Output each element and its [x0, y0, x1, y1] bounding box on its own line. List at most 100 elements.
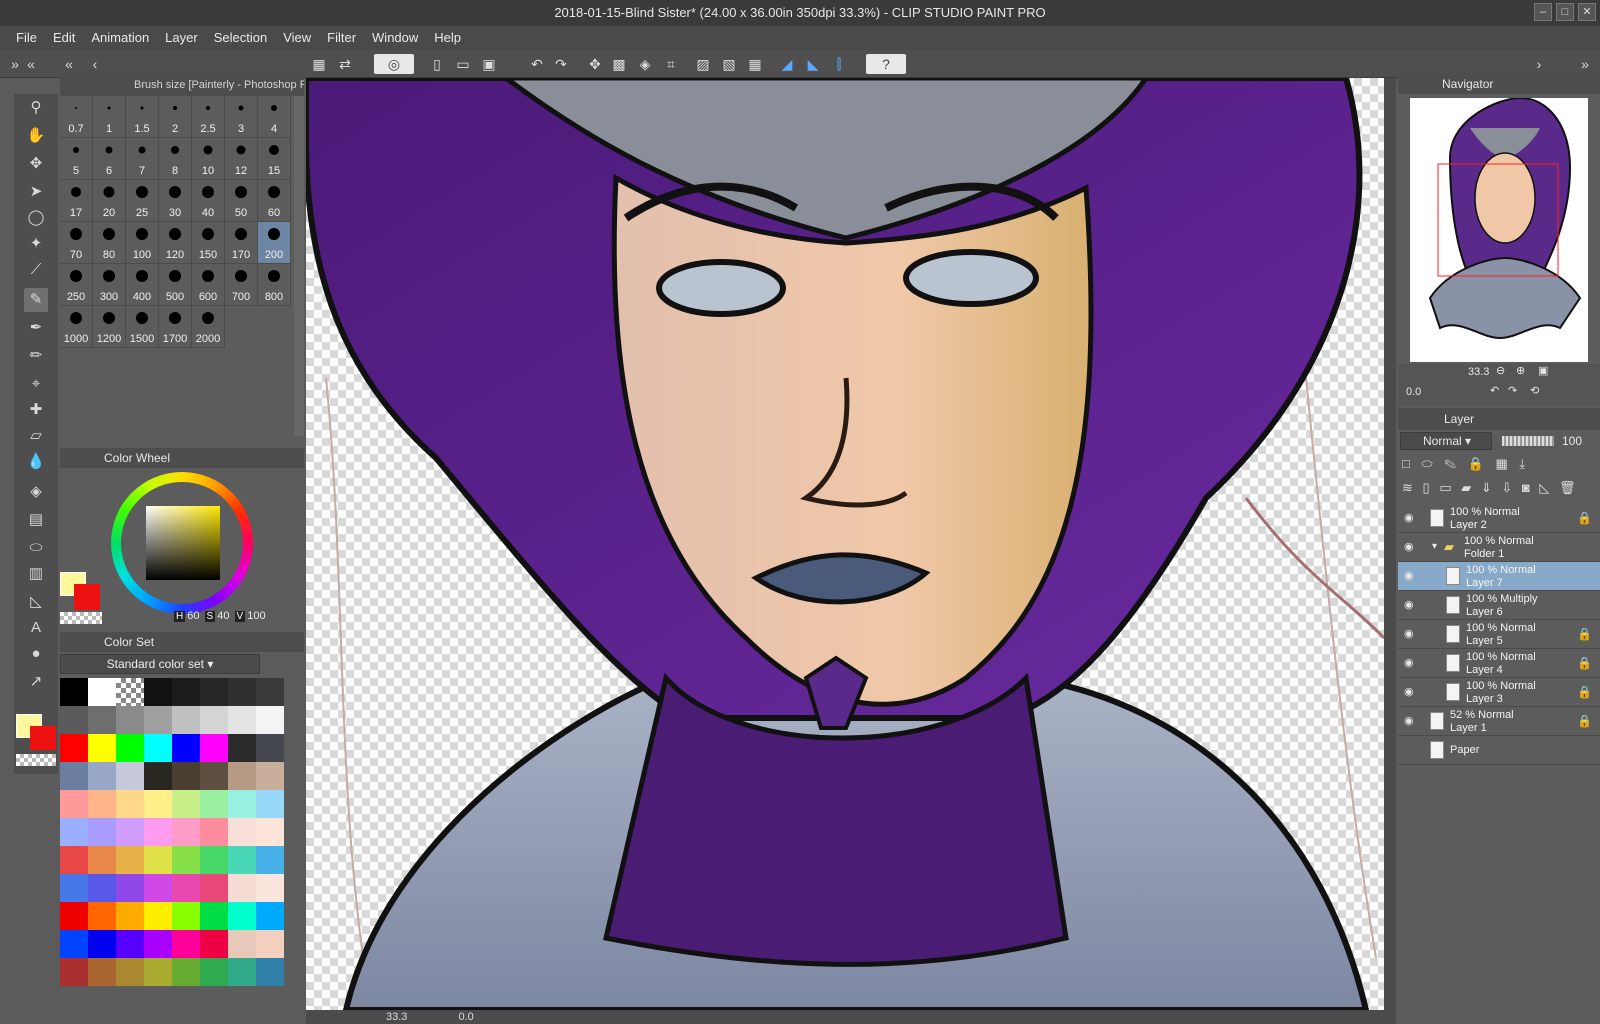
color-swatch[interactable]: [172, 678, 200, 706]
color-swatch[interactable]: [172, 790, 200, 818]
panel-collapse-icon[interactable]: «: [58, 54, 80, 74]
brush-size-option[interactable]: 60: [258, 180, 291, 222]
eye-icon[interactable]: ◉: [1404, 570, 1418, 582]
color-swatch[interactable]: [200, 902, 228, 930]
snap-grid-line-icon[interactable]: ⫿: [828, 54, 850, 74]
lock-icon[interactable]: 🔒: [1577, 627, 1592, 641]
menu-selection[interactable]: Selection: [206, 26, 275, 50]
color-swatch[interactable]: [228, 902, 256, 930]
brush-size-option[interactable]: 1: [93, 96, 126, 138]
canvas-angle-value[interactable]: 0.0: [458, 1011, 473, 1023]
zoom-icon[interactable]: ⚲: [24, 96, 48, 120]
color-swatch[interactable]: [144, 818, 172, 846]
eye-icon[interactable]: ◉: [1404, 628, 1418, 640]
lasso-icon[interactable]: ◯: [24, 206, 48, 230]
brush-size-option[interactable]: 800: [258, 264, 291, 306]
new-raster-layer-icon[interactable]: ▯: [1423, 480, 1433, 495]
color-swatch[interactable]: [172, 762, 200, 790]
grid-icon[interactable]: ▦: [308, 54, 330, 74]
delete-layer-icon[interactable]: 🗑: [1559, 480, 1579, 495]
color-swatch[interactable]: [60, 930, 88, 958]
canvas-vertical-scrollbar[interactable]: [1384, 78, 1396, 1024]
color-swatch[interactable]: [172, 846, 200, 874]
color-swatch[interactable]: [144, 762, 172, 790]
sub-color-swatch[interactable]: [30, 726, 56, 750]
brush-size-option[interactable]: 8: [159, 138, 192, 180]
brush-size-option[interactable]: 500: [159, 264, 192, 306]
figure-icon[interactable]: ⬭: [24, 536, 48, 560]
snap-grid-icon[interactable]: ▦: [744, 54, 766, 74]
color-swatch[interactable]: [200, 846, 228, 874]
layer-row[interactable]: ◉ 100 % Normal Layer 2 🔒: [1398, 504, 1600, 533]
color-swatch[interactable]: [60, 818, 88, 846]
reset-rotation-icon[interactable]: ⟲: [1530, 384, 1539, 397]
lock-icon[interactable]: 🔒: [1577, 511, 1592, 525]
chevron-left-icon[interactable]: ‹: [84, 54, 106, 74]
color-swatch[interactable]: [60, 846, 88, 874]
brush-size-option[interactable]: 700: [225, 264, 258, 306]
brush-size-option[interactable]: 1500: [126, 306, 159, 348]
fit-to-window-icon[interactable]: ▣: [1538, 364, 1548, 377]
new-vector-layer-icon[interactable]: ▭: [1439, 480, 1454, 495]
save-icon[interactable]: ▣: [478, 54, 500, 74]
color-wheel-sub-color[interactable]: [74, 584, 100, 610]
brush-size-option[interactable]: 300: [93, 264, 126, 306]
menu-layer[interactable]: Layer: [157, 26, 206, 50]
transfer-down-icon[interactable]: ⇓: [1481, 480, 1495, 495]
brush-size-option[interactable]: 17: [60, 180, 93, 222]
ruler-layer-icon[interactable]: ◺: [1539, 480, 1552, 495]
brush-size-option[interactable]: 1000: [60, 306, 93, 348]
transparent-color-swatch[interactable]: [16, 754, 56, 766]
color-swatch[interactable]: [144, 734, 172, 762]
color-swatch[interactable]: [60, 734, 88, 762]
layer-mask-icon[interactable]: ◙: [1522, 480, 1533, 495]
color-swatch[interactable]: [60, 678, 88, 706]
merge-down-icon[interactable]: ⇩: [1501, 480, 1515, 495]
hand-icon[interactable]: ✋: [24, 124, 48, 148]
brush-size-option[interactable]: 4: [258, 96, 291, 138]
drawing-canvas[interactable]: [306, 78, 1384, 1010]
brush-size-option[interactable]: 50: [225, 180, 258, 222]
layer-row[interactable]: ◉ 100 % Normal Layer 3 🔒: [1398, 678, 1600, 707]
panel-toggle-right-icon[interactable]: »: [1574, 54, 1596, 74]
color-swatch[interactable]: [172, 706, 200, 734]
value-value[interactable]: 100: [247, 610, 265, 622]
color-swatch[interactable]: [256, 902, 284, 930]
snap-perspective-icon[interactable]: ▧: [718, 54, 740, 74]
saturation-value[interactable]: 40: [217, 610, 229, 622]
eye-icon[interactable]: ◉: [1404, 512, 1418, 524]
color-swatch[interactable]: [144, 958, 172, 986]
color-swatch[interactable]: [88, 678, 116, 706]
layer-opacity-slider[interactable]: [1502, 436, 1554, 446]
color-swatch[interactable]: [88, 930, 116, 958]
color-swatch[interactable]: [172, 734, 200, 762]
maximize-icon[interactable]: □: [1556, 3, 1574, 21]
layer-row[interactable]: ◉ 52 % Normal Layer 1 🔒: [1398, 707, 1600, 736]
layer-row[interactable]: Paper: [1398, 736, 1600, 765]
magic-wand-icon[interactable]: ✦: [24, 232, 48, 256]
color-swatch[interactable]: [200, 678, 228, 706]
color-swatch[interactable]: [172, 930, 200, 958]
color-swatch[interactable]: [88, 846, 116, 874]
brush-size-option[interactable]: 40: [192, 180, 225, 222]
balloon-icon[interactable]: ●: [24, 642, 48, 666]
brush-size-option[interactable]: 100: [126, 222, 159, 264]
color-wheel-transparent-color[interactable]: [60, 612, 102, 624]
color-swatch[interactable]: [60, 874, 88, 902]
brush-size-option[interactable]: 15: [258, 138, 291, 180]
color-swatch[interactable]: [116, 902, 144, 930]
clip-studio-logo-icon[interactable]: ◎: [374, 54, 414, 74]
reference-layer-icon[interactable]: ⬭: [1421, 456, 1436, 471]
color-swatch[interactable]: [88, 762, 116, 790]
color-swatch[interactable]: [144, 678, 172, 706]
lock-transparency-icon[interactable]: ▦: [1496, 456, 1512, 471]
brush-size-option[interactable]: 200: [258, 222, 291, 264]
color-swatch[interactable]: [256, 790, 284, 818]
color-swatch[interactable]: [60, 706, 88, 734]
navigator-zoom-value[interactable]: 33.3: [1468, 366, 1489, 378]
brush-size-option[interactable]: 3: [225, 96, 258, 138]
color-swatch[interactable]: [60, 790, 88, 818]
snap-special-ruler-icon[interactable]: ◣: [802, 54, 824, 74]
color-swatch[interactable]: [116, 790, 144, 818]
color-swatch[interactable]: [256, 846, 284, 874]
